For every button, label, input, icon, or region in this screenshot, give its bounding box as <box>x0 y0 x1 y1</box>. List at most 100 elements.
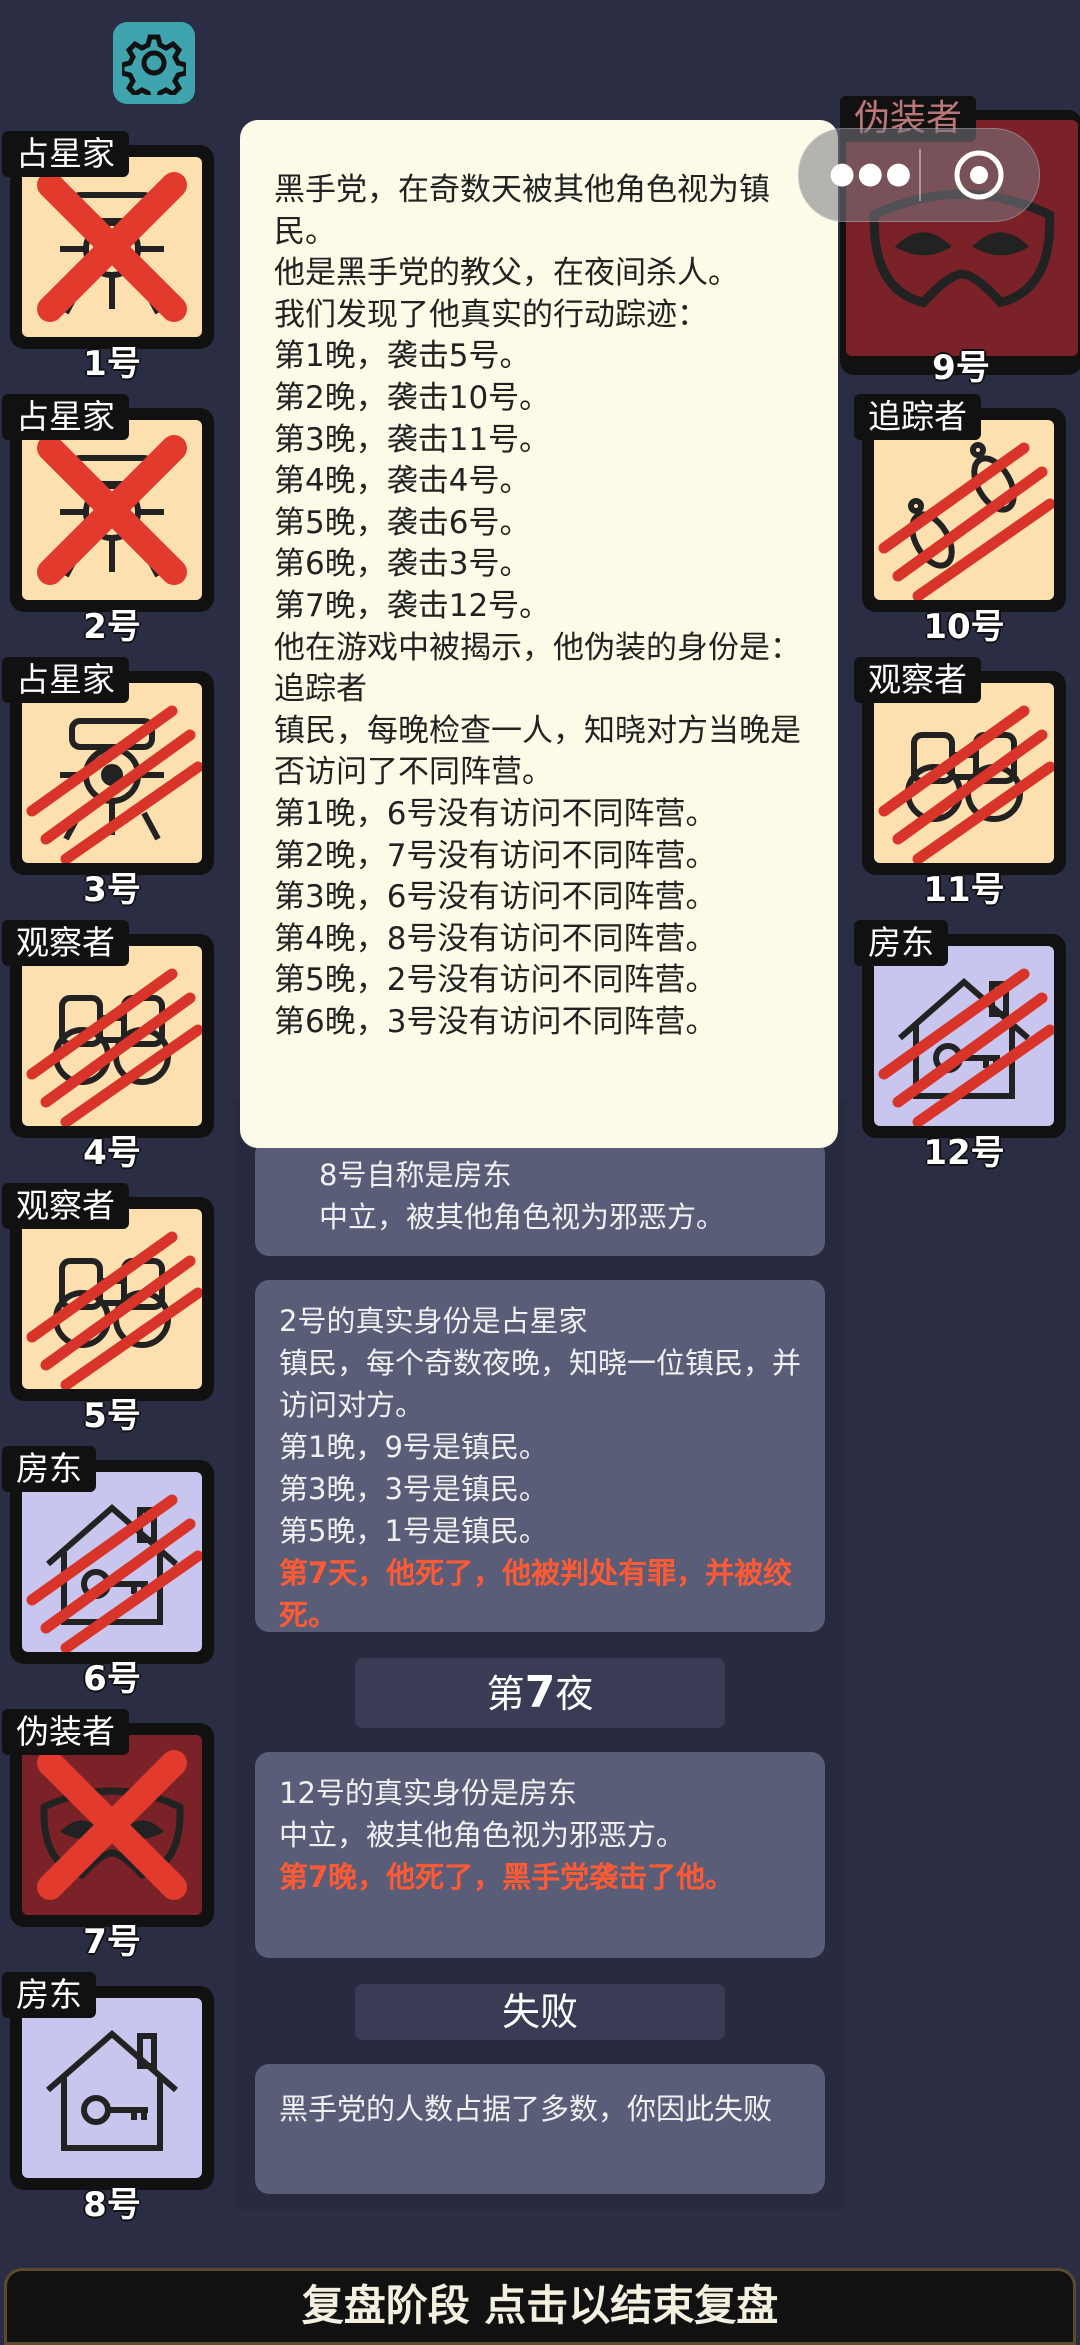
settings-button[interactable] <box>113 22 195 104</box>
cross-mark-icon <box>37 172 187 322</box>
game-log-panel[interactable] <box>235 1100 845 2210</box>
player-card[interactable]: 占星家 1号 <box>2 131 214 384</box>
player-number: 11号 <box>923 870 1005 910</box>
player-card[interactable]: 追踪者 10号 <box>854 394 1066 647</box>
cross-mark-icon <box>37 1750 187 1900</box>
log-line: 中立，被其他角色视为邪恶方。 <box>319 1200 726 1234</box>
player-number: 1号 <box>83 344 141 384</box>
player-card-art <box>874 946 1054 1126</box>
log-line: 2号的真实身份是占星家 <box>279 1304 588 1338</box>
claw-marks-icon <box>26 705 202 863</box>
player-card[interactable]: 观察者 5号 <box>2 1183 214 1436</box>
log-line: 中立，被其他角色视为邪恶方。 <box>279 1818 686 1852</box>
tooltip-line: 第4晚，8号没有访问不同阵营。 <box>274 920 717 957</box>
role-name-tag: 伪装者 <box>2 1709 129 1755</box>
tooltip-line: 第3晚，6号没有访问不同阵营。 <box>274 879 717 916</box>
player-card-art <box>22 157 202 337</box>
log-entry-8: 8号自称是房东 中立，被其他角色视为邪恶方。 <box>255 1140 825 1256</box>
player-card-art <box>874 683 1054 863</box>
tooltip-line: 第3晚，袭击11号。 <box>274 421 551 458</box>
gear-icon <box>122 34 186 95</box>
player-card[interactable]: 观察者 11号 <box>854 657 1066 910</box>
player-card[interactable]: 伪装者 7号 <box>2 1709 214 1962</box>
tooltip-line: 第1晚，6号没有访问不同阵营。 <box>274 795 717 832</box>
player-number: 9号 <box>932 348 990 388</box>
end-review-button[interactable]: 复盘阶段 点击以结束复盘 <box>4 2268 1076 2345</box>
tooltip-line: 第5晚，袭击6号。 <box>274 504 531 541</box>
player-number: 5号 <box>83 1396 141 1436</box>
role-name-tag: 占星家 <box>2 394 129 440</box>
log-line: 镇民，每个奇数夜晚，知晓一位镇民，并访问对方。 <box>279 1346 802 1422</box>
claw-marks-icon <box>26 968 202 1126</box>
tooltip-line: 第1晚，袭击5号。 <box>274 338 531 375</box>
player-number: 8号 <box>83 2185 141 2225</box>
player-number: 2号 <box>83 607 141 647</box>
player-card-art <box>22 1472 202 1652</box>
role-name-tag: 观察者 <box>854 657 981 703</box>
player-number: 3号 <box>83 870 141 910</box>
role-name-tag: 观察者 <box>2 1183 129 1229</box>
player-card[interactable]: 占星家 3号 <box>2 657 214 910</box>
phase-prefix: 第 <box>486 1672 525 1716</box>
role-detail-tooltip: 黑手党，在奇数天被其他角色视为镇民。他是黑手党的教父，在夜间杀人。 我们发现了他真… <box>240 120 838 1148</box>
result-entry: 黑手党的人数占据了多数，你因此失败 <box>255 2064 825 2194</box>
role-name-tag: 占星家 <box>2 131 129 177</box>
log-line: 第3晚，3号是镇民。 <box>279 1472 548 1506</box>
log-entry-2: 2号的真实身份是占星家 镇民，每个奇数夜晚，知晓一位镇民，并访问对方。 第1晚，… <box>255 1280 825 1632</box>
role-name-tag: 房东 <box>2 1446 96 1492</box>
player-card[interactable]: 观察者 4号 <box>2 920 214 1173</box>
capsule-divider <box>919 149 921 201</box>
death-note: 第7天，他死了，他被判处有罪，并被绞死。 <box>279 1556 793 1632</box>
tooltip-line: 第4晚，袭击4号。 <box>274 463 531 500</box>
player-card[interactable]: 房东 6号 <box>2 1446 214 1699</box>
role-name-tag: 占星家 <box>2 657 129 703</box>
tooltip-line: 他是黑手党的教父，在夜间杀人。 <box>274 255 739 292</box>
claw-marks-icon <box>878 705 1054 863</box>
phase-header-result: 失败 <box>355 1984 725 2040</box>
tooltip-line: 镇民，每晚检查一人，知晓对方当晚是否访问了不同阵营。 <box>274 712 801 791</box>
cross-mark-icon <box>37 435 187 585</box>
player-card[interactable]: 房东 8号 <box>2 1972 214 2225</box>
player-number: 6号 <box>83 1659 141 1699</box>
phase-number: 7 <box>524 1667 556 1718</box>
role-name-tag: 观察者 <box>2 920 129 966</box>
log-line: 12号的真实身份是房东 <box>279 1776 577 1810</box>
player-card-art <box>22 946 202 1126</box>
phase-header-night: 第7夜 <box>355 1658 725 1728</box>
player-card-art <box>22 420 202 600</box>
claw-marks-icon <box>878 968 1054 1126</box>
miniprogram-capsule[interactable]: ●●● <box>798 128 1040 222</box>
player-number: 7号 <box>83 1922 141 1962</box>
tooltip-line: 第2晚，袭击10号。 <box>274 379 551 416</box>
player-card[interactable]: 房东 12号 <box>854 920 1066 1173</box>
tooltip-line: 他在游戏中被揭示，他伪装的身份是：追踪者 <box>274 629 801 708</box>
tooltip-line: 第6晚，袭击3号。 <box>274 546 531 583</box>
player-card-art <box>22 1735 202 1915</box>
more-icon[interactable]: ●●● <box>829 159 914 189</box>
player-number: 4号 <box>83 1133 141 1173</box>
log-line: 8号自称是房东 <box>319 1158 512 1192</box>
tooltip-line: 第5晚，2号没有访问不同阵营。 <box>274 962 717 999</box>
role-name-tag: 房东 <box>2 1972 96 2018</box>
log-entry-12: 12号的真实身份是房东 中立，被其他角色视为邪恶方。 第7晚，他死了，黑手党袭击… <box>255 1752 825 1958</box>
log-line: 第5晚，1号是镇民。 <box>279 1514 548 1548</box>
tooltip-line: 第7晚，袭击12号。 <box>274 587 551 624</box>
player-number: 12号 <box>923 1133 1005 1173</box>
tooltip-line: 我们发现了他真实的行动踪迹： <box>274 296 708 333</box>
role-name-tag: 房东 <box>854 920 948 966</box>
claw-marks-icon <box>878 442 1054 600</box>
player-card-art <box>874 420 1054 600</box>
log-line: 第1晚，9号是镇民。 <box>279 1430 548 1464</box>
close-miniprogram-icon[interactable] <box>951 147 1007 203</box>
phase-suffix: 夜 <box>555 1672 594 1716</box>
claw-marks-icon <box>26 1494 202 1652</box>
player-number: 10号 <box>923 607 1005 647</box>
player-card-art <box>22 1998 202 2178</box>
house-key-icon <box>46 2030 178 2151</box>
claw-marks-icon <box>26 1231 202 1389</box>
tooltip-line: 第2晚，7号没有访问不同阵营。 <box>274 837 717 874</box>
player-card-art <box>22 683 202 863</box>
player-card[interactable]: 占星家 2号 <box>2 394 214 647</box>
tooltip-line: 第6晚，3号没有访问不同阵营。 <box>274 1003 717 1040</box>
tooltip-line: 黑手党，在奇数天被其他角色视为镇民。 <box>274 172 770 250</box>
